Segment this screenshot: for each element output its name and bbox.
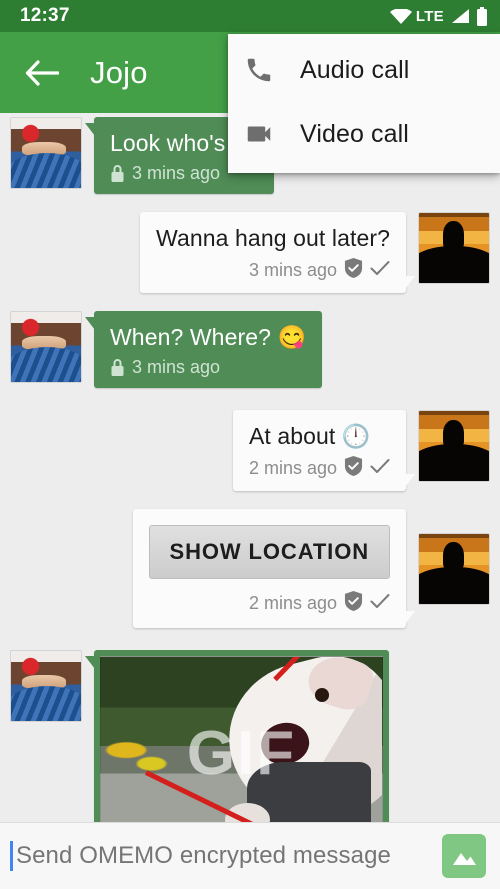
network-type-label: LTE [415, 7, 444, 25]
page-title: Jojo [90, 54, 148, 90]
avatar[interactable] [418, 410, 490, 483]
message-input[interactable] [13, 842, 442, 870]
message-text: Wanna hang out later? [156, 225, 390, 252]
message-meta: 2 mins ago [149, 591, 391, 616]
message-meta: 3 mins ago [110, 357, 306, 378]
lock-icon [110, 164, 125, 183]
message-text: At about 🕛 [249, 422, 390, 450]
status-icons: LTE [389, 6, 488, 26]
gif-attachment[interactable]: GIF [100, 656, 383, 822]
message-bubble[interactable]: SHOW LOCATION 2 mins ago [132, 509, 415, 629]
message-bubble[interactable]: Wanna hang out later? 3 mins ago [140, 212, 415, 294]
menu-item-label: Audio call [300, 55, 410, 84]
signal-icon [450, 8, 470, 24]
message-row: When? Where? 😋 3 mins ago [0, 311, 500, 389]
status-clock: 12:37 [20, 5, 70, 26]
call-options-menu: Audio call Video call [228, 34, 500, 173]
encrypted-shield-icon [344, 591, 363, 616]
message-row: At about 🕛 2 mins ago [0, 410, 500, 492]
back-arrow-icon[interactable] [18, 49, 66, 97]
lock-icon [110, 358, 125, 377]
message-time: 3 mins ago [248, 260, 337, 281]
message-row: GIF 1 min ago · 178 KiB [0, 650, 500, 822]
show-location-button[interactable]: SHOW LOCATION [148, 525, 390, 580]
message-bubble[interactable]: When? Where? 😋 3 mins ago [84, 311, 323, 389]
message-text-body: At about [248, 423, 336, 450]
message-meta: 3 mins ago [156, 258, 390, 283]
avatar[interactable] [10, 650, 82, 723]
menu-item-audio-call[interactable]: Audio call [228, 38, 500, 102]
menu-item-video-call[interactable]: Video call [228, 102, 500, 166]
message-row: Wanna hang out later? 3 mins ago [0, 212, 500, 294]
delivered-check-icon [370, 593, 390, 614]
message-emoji: 😋 [277, 324, 307, 351]
delivered-check-icon [370, 260, 390, 281]
avatar[interactable] [10, 311, 82, 384]
message-bubble[interactable]: At about 🕛 2 mins ago [232, 410, 416, 492]
status-bar: 12:37 LTE [0, 0, 500, 32]
message-composer [0, 822, 500, 889]
encrypted-shield-icon [344, 456, 363, 481]
dog-eye-shape [314, 688, 329, 702]
avatar[interactable] [10, 117, 82, 189]
message-meta: 2 mins ago [249, 456, 390, 481]
message-list[interactable]: Look who's ba 3 mins ago Wanna hang out … [0, 113, 500, 822]
avatar[interactable] [418, 212, 490, 285]
chat-screen: 12:37 LTE Jojo Audio call Video call Loo… [0, 0, 500, 889]
message-text-body: When? Where? [110, 324, 271, 351]
wifi-icon [389, 9, 412, 24]
message-time: 2 mins ago [248, 593, 337, 614]
message-row: SHOW LOCATION 2 mins ago [0, 509, 500, 629]
message-bubble[interactable]: GIF 1 min ago · 178 KiB [85, 650, 389, 822]
menu-item-label: Video call [300, 119, 409, 148]
message-time: 2 mins ago [248, 458, 337, 479]
videocam-icon [244, 116, 284, 152]
message-time: 3 mins ago [132, 163, 221, 184]
message-text: When? Where? 😋 [110, 323, 306, 351]
phone-icon [244, 52, 284, 88]
delivered-check-icon [370, 458, 390, 479]
message-time: 3 mins ago [132, 357, 221, 378]
image-icon[interactable] [442, 834, 486, 878]
gif-watermark-label: GIF [186, 719, 297, 789]
encrypted-shield-icon [344, 258, 363, 283]
avatar[interactable] [418, 532, 490, 605]
clock-emoji: 🕛 [341, 423, 371, 450]
battery-icon [476, 6, 488, 26]
